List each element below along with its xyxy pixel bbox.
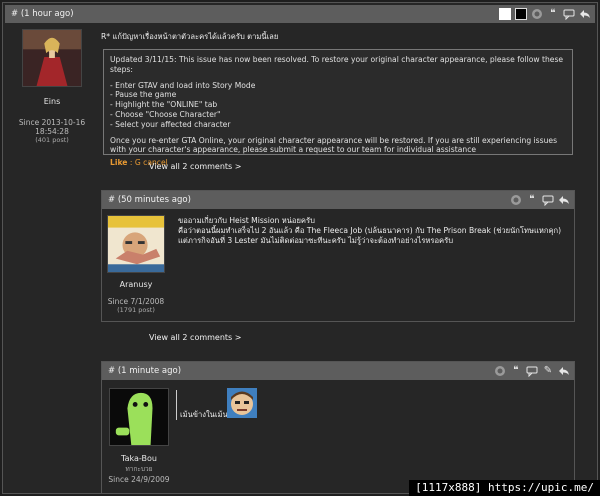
quote-line: Once you re-enter GTA Online, your origi… (110, 135, 558, 155)
comment-header: # (1 minute ago) ❝ ✎ (102, 362, 574, 380)
member-since: Since 24/9/2009 (108, 475, 170, 484)
view-all-comments-link[interactable]: View all 2 comments > (149, 162, 241, 171)
edit-icon[interactable]: ✎ (542, 365, 554, 377)
nested-comment: # (1 minute ago) ❝ ✎ Taka-Bou ทากะบวย Si… (101, 361, 575, 493)
comment-body: ขออามเกี่ยวกับ Heist Mission หน่อยครับ ค… (178, 216, 572, 246)
post-actions: ❝ (499, 5, 591, 23)
comment-actions: ❝ ✎ (494, 362, 570, 380)
comment-body: เม้นข้างในเม้น (180, 410, 228, 419)
quote-line: - Choose "Choose Character" (110, 109, 221, 119)
reply-icon[interactable] (579, 8, 591, 20)
reaction-sticker (227, 388, 257, 418)
quote-icon[interactable]: ❝ (510, 365, 522, 377)
black-color-swatch[interactable] (515, 8, 527, 20)
user-subtitle: ทากะบวย (125, 465, 153, 473)
comment-thread: # (1 hour ago) ❝ Eins Since 2013-10-16 1… (2, 2, 598, 494)
user-avatar[interactable] (107, 215, 165, 273)
comment-actions: ❝ (510, 191, 570, 209)
nested-comment: # (50 minutes ago) ❝ Aranusy Since 7/1/2… (101, 190, 575, 322)
comment-timestamp: # (1 minute ago) (108, 366, 182, 376)
user-name[interactable]: Eins (11, 97, 93, 106)
post-header: # (1 hour ago) ❝ (5, 5, 595, 23)
quote-line: - Pause the game (110, 90, 177, 100)
quote-line: Updated 3/11/15: This issue has now been… (110, 55, 564, 74)
quote-icon[interactable]: ❝ (526, 194, 538, 206)
post-count: (1791 post) (117, 306, 155, 314)
member-since: Since 7/1/2008 (107, 297, 165, 306)
reply-icon[interactable] (558, 365, 570, 377)
comment-icon[interactable] (563, 8, 575, 20)
badge-icon[interactable] (531, 8, 543, 20)
white-color-swatch[interactable] (499, 8, 511, 20)
quote-line: - Enter GTAV and load into Story Mode (110, 80, 256, 90)
image-host-caption: [1117x888] https://upic.me/ (409, 480, 600, 496)
comment-header: # (50 minutes ago) ❝ (102, 191, 574, 209)
comment-line: ขออามเกี่ยวกับ Heist Mission หน่อยครับ (178, 216, 315, 225)
badge-icon[interactable] (510, 194, 522, 206)
user-card: Taka-Bou ทากะบวย Since 24/9/2009 (106, 388, 172, 484)
user-name[interactable]: Aranusy (106, 280, 166, 289)
divider (176, 390, 177, 420)
user-card: Eins Since 2013-10-16 18:54:28 (401 post… (11, 29, 93, 144)
comment-line: คือว่าตอนนี้ผมทำเสร็จไป 2 อันแล้ว คือ Th… (178, 226, 562, 235)
quoted-announcement: Updated 3/11/15: This issue has now been… (103, 49, 573, 167)
quote-icon[interactable]: ❝ (547, 8, 559, 20)
quote-line: - Highlight the "ONLINE" tab (110, 100, 218, 110)
view-all-comments-link[interactable]: View all 2 comments > (149, 333, 241, 342)
badge-icon[interactable] (494, 365, 506, 377)
quote-line: - Select your affected character (110, 119, 231, 129)
reply-icon[interactable] (558, 194, 570, 206)
comment-icon[interactable] (526, 365, 538, 377)
user-card: Aranusy Since 7/1/2008 (1791 post) (106, 215, 166, 314)
separator: : (127, 158, 135, 168)
user-avatar[interactable] (109, 388, 169, 446)
member-since: Since 2013-10-16 18:54:28 (18, 118, 86, 136)
user-avatar[interactable] (22, 29, 82, 87)
post-timestamp: # (1 hour ago) (11, 9, 74, 19)
like-link[interactable]: Like (110, 158, 127, 167)
user-name[interactable]: Taka-Bou (106, 454, 172, 463)
comment-timestamp: # (50 minutes ago) (108, 195, 191, 205)
post-count: (401 post) (35, 136, 69, 144)
comment-icon[interactable] (542, 194, 554, 206)
comment-line: แต่ภารกิจอันที่ 3 Lester มันไม่ติดต่อมาซ… (178, 236, 454, 245)
post-title: R* แก้ปัญหาเรื่องหน้าตาตัวละครได้แล้วครั… (101, 32, 279, 41)
